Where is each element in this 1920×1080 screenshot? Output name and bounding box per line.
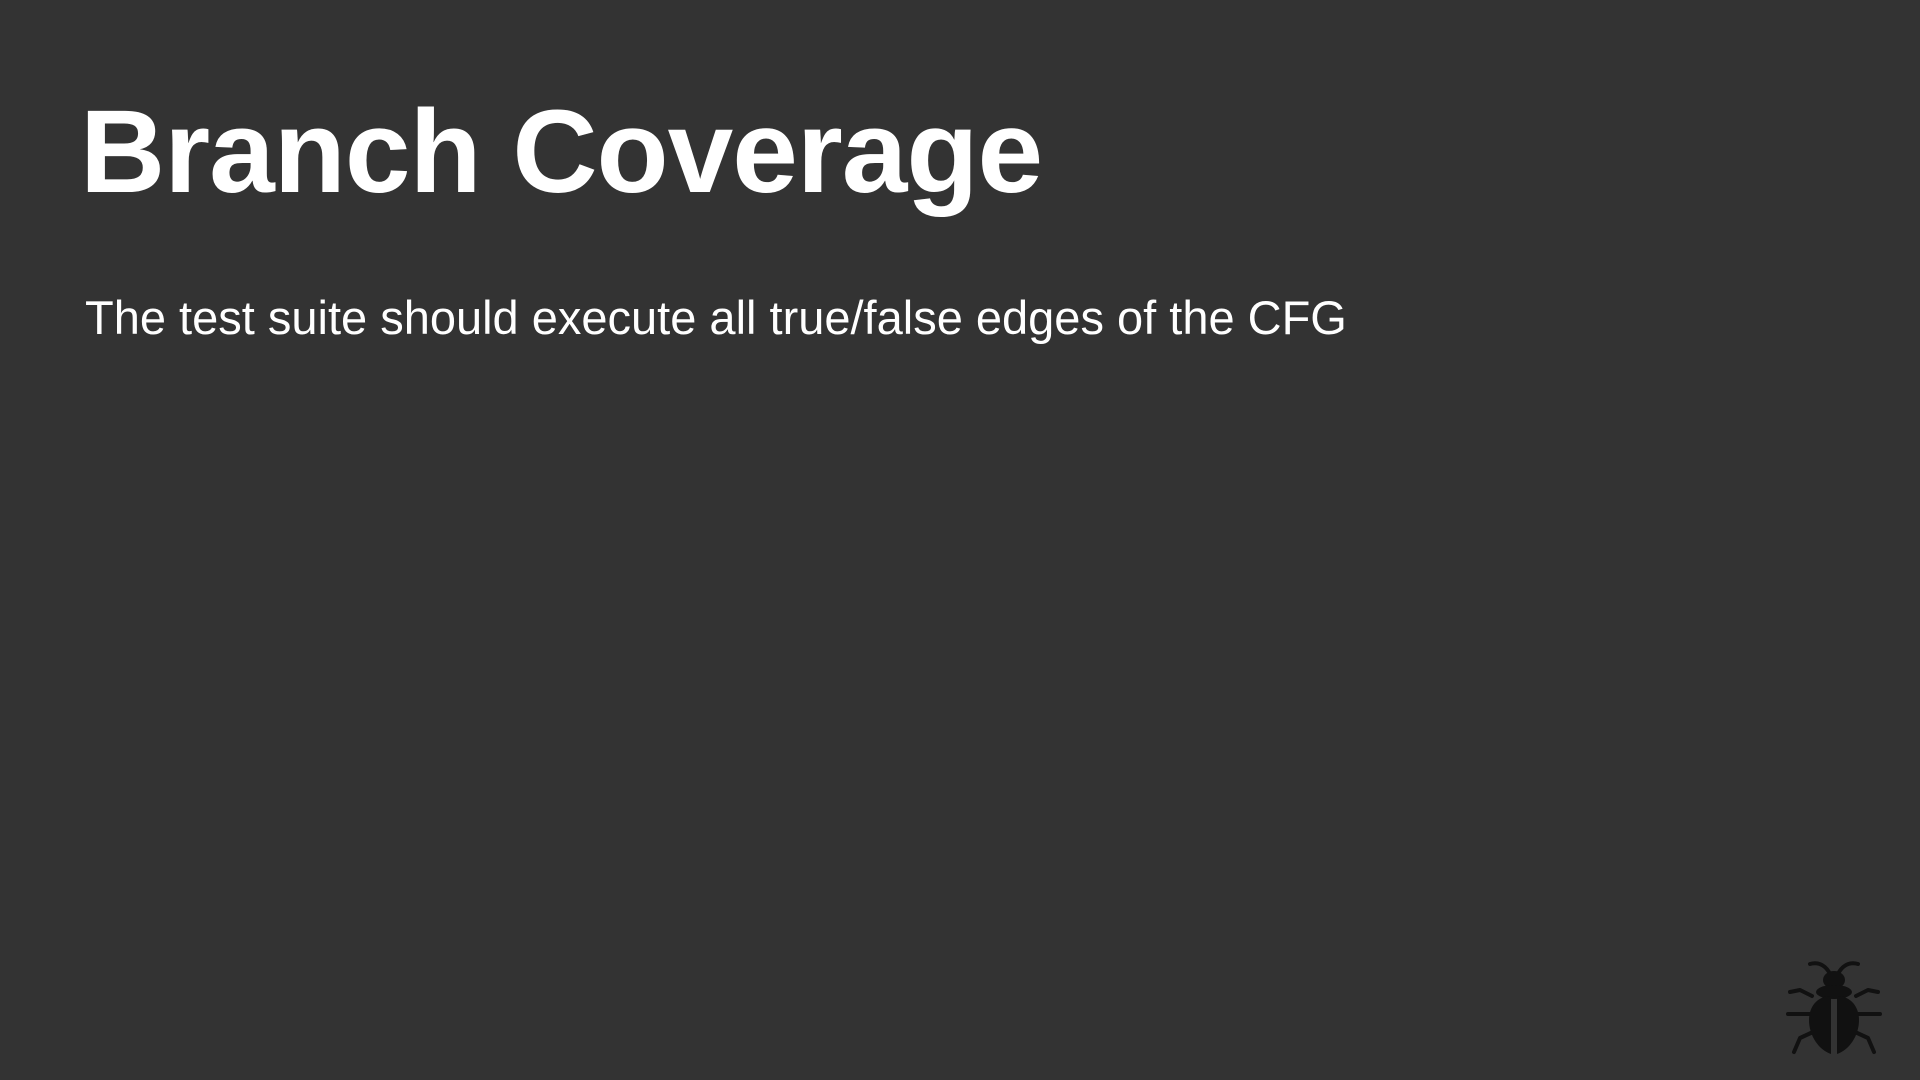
bug-icon (1782, 958, 1886, 1058)
slide-title: Branch Coverage (80, 86, 1043, 218)
slide-body-text: The test suite should execute all true/f… (85, 291, 1347, 344)
slide: Branch Coverage The test suite should ex… (0, 0, 1920, 1080)
